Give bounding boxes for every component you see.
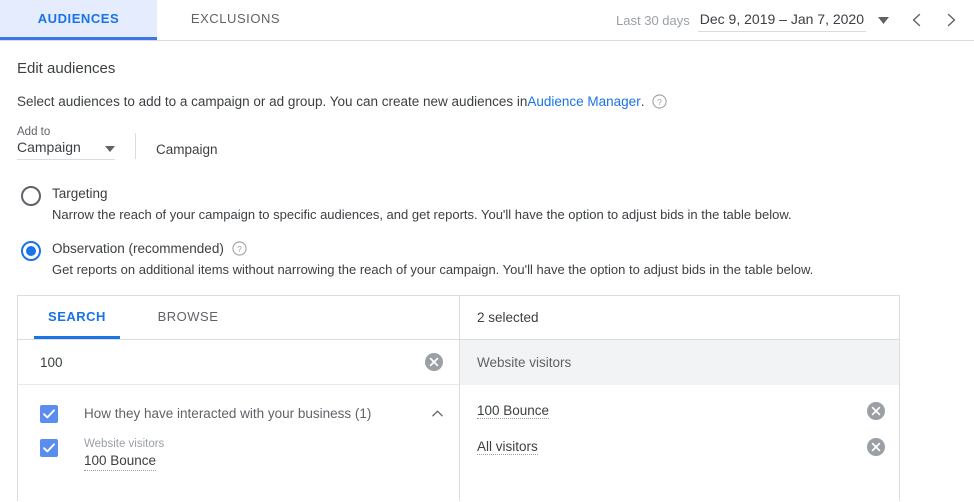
selected-count-header: 2 selected: [460, 296, 899, 340]
tab-search[interactable]: SEARCH: [34, 296, 120, 339]
picker-tab-list: SEARCH BROWSE: [18, 296, 459, 340]
option-observation[interactable]: Observation (recommended) ? Get reports …: [17, 240, 958, 278]
radio-targeting[interactable]: [21, 186, 41, 206]
search-input[interactable]: [40, 354, 423, 370]
checkbox-result-group[interactable]: [40, 405, 58, 423]
selected-group-header: Website visitors: [460, 340, 899, 385]
add-to-target-value: Campaign: [156, 142, 218, 157]
tab-browse-label: BROWSE: [157, 308, 219, 324]
remove-circle-icon[interactable]: [865, 436, 887, 458]
svg-text:?: ?: [658, 97, 663, 107]
help-circle-icon[interactable]: ?: [232, 241, 247, 256]
tab-browse[interactable]: BROWSE: [136, 296, 240, 339]
top-tab-bar: AUDIENCES EXCLUSIONS Last 30 days Dec 9,…: [0, 0, 974, 41]
page-content: Edit audiences Select audiences to add t…: [0, 60, 974, 501]
tab-audiences-label: AUDIENCES: [37, 11, 120, 26]
selected-row: 100 Bounce: [460, 393, 899, 429]
audience-mode-options: Targeting Narrow the reach of your campa…: [16, 185, 958, 278]
option-targeting-title: Targeting: [52, 186, 108, 201]
help-circle-icon[interactable]: ?: [652, 94, 668, 109]
selected-row: All visitors: [460, 429, 899, 465]
chevron-right-icon[interactable]: [934, 3, 968, 37]
chevron-down-icon: [105, 139, 115, 155]
tab-audiences[interactable]: AUDIENCES: [0, 0, 157, 40]
add-to-row: Add to Campaign Campaign: [16, 126, 958, 160]
selected-item-name[interactable]: All visitors: [477, 439, 538, 455]
page-subtitle-suffix: .: [640, 94, 645, 109]
clear-circle-icon[interactable]: [423, 351, 445, 373]
search-row: [18, 340, 459, 385]
result-group-label: How they have interacted with your busin…: [84, 405, 372, 421]
date-range-preset-label: Last 30 days: [616, 12, 690, 28]
result-item-category: Website visitors: [84, 438, 165, 450]
add-to-divider: [135, 133, 136, 159]
selected-item-name[interactable]: 100 Bounce: [477, 403, 550, 419]
tab-exclusions[interactable]: EXCLUSIONS: [157, 0, 314, 40]
tab-exclusions-label: EXCLUSIONS: [190, 11, 281, 26]
option-targeting-description: Narrow the reach of your campaign to spe…: [52, 207, 792, 222]
add-to-label: Add to: [17, 126, 51, 138]
page-subtitle-text: Select audiences to add to a campaign or…: [17, 94, 528, 109]
date-range-control: Last 30 days Dec 9, 2019 – Jan 7, 2020: [616, 0, 974, 40]
page-subtitle: Select audiences to add to a campaign or…: [16, 94, 958, 109]
search-results-list: How they have interacted with your busin…: [18, 385, 459, 501]
audience-manager-link[interactable]: Audience Manager: [527, 94, 640, 109]
option-observation-description: Get reports on additional items without …: [52, 262, 814, 277]
tab-search-label: SEARCH: [48, 308, 106, 324]
remove-circle-icon[interactable]: [865, 400, 887, 422]
audience-picker-card: SEARCH BROWSE 100 How they have interact…: [17, 295, 900, 501]
chevron-down-icon[interactable]: [866, 16, 900, 24]
picker-right-panel: 2 selected Website visitors 100 Bounce A…: [460, 296, 899, 501]
option-observation-text: Observation (recommended) ? Get reports …: [52, 240, 958, 278]
result-group-row[interactable]: How they have interacted with your busin…: [18, 396, 459, 430]
option-targeting[interactable]: Targeting Narrow the reach of your campa…: [17, 185, 958, 223]
page-title: Edit audiences: [17, 60, 116, 77]
radio-observation[interactable]: [21, 241, 41, 261]
picker-left-panel: SEARCH BROWSE 100 How they have interact…: [18, 296, 460, 501]
add-to-selected-value: Campaign: [17, 139, 81, 155]
add-to-field: Add to Campaign: [17, 126, 115, 160]
chevron-left-icon[interactable]: [900, 3, 934, 37]
date-range-value[interactable]: Dec 9, 2019 – Jan 7, 2020: [697, 8, 866, 32]
option-observation-title-label: Observation (recommended): [52, 241, 224, 256]
option-observation-title: Observation (recommended) ?: [52, 240, 958, 257]
result-item-texts: Website visitors 100 Bounce: [84, 437, 164, 471]
svg-text:?: ?: [237, 244, 242, 254]
result-item[interactable]: Website visitors 100 Bounce: [18, 430, 459, 478]
chevron-up-icon[interactable]: [427, 403, 447, 423]
tab-list: AUDIENCES EXCLUSIONS: [0, 0, 314, 40]
result-item-name[interactable]: 100 Bounce: [84, 452, 157, 471]
add-to-select[interactable]: Campaign: [17, 139, 115, 160]
checkbox-result-item[interactable]: [40, 439, 58, 457]
option-targeting-text: Targeting Narrow the reach of your campa…: [52, 185, 958, 223]
